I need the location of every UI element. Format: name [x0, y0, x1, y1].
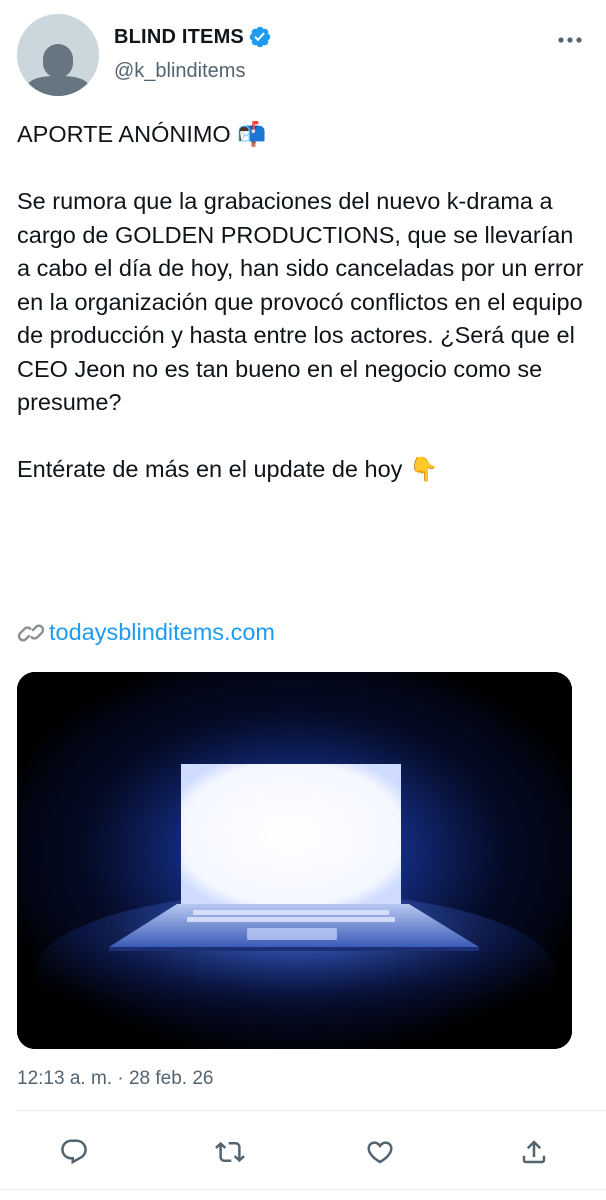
laptop-screen [181, 764, 401, 904]
share-button[interactable] [512, 1130, 556, 1174]
name-row: BLIND ITEMS [114, 24, 272, 50]
tweet-text: APORTE ANÓNIMO 📬 Se rumora que la grabac… [17, 118, 587, 487]
bottom-divider [0, 1189, 606, 1190]
author-handle[interactable]: @k_blinditems [114, 60, 245, 83]
tweet-actions-bar [0, 1130, 606, 1174]
like-button[interactable] [358, 1130, 402, 1174]
tweet-timestamp[interactable]: 12:13 a. m. · 28 feb. 26 [17, 1068, 213, 1090]
tweet-heading: APORTE ANÓNIMO 📬 [17, 121, 267, 147]
laptop-photo [17, 672, 572, 1049]
tweet-link-row: todaysblinditems.com [17, 616, 275, 649]
more-options-button[interactable] [552, 26, 588, 54]
external-link[interactable]: todaysblinditems.com [49, 616, 275, 649]
divider [17, 1110, 606, 1111]
reply-button[interactable] [52, 1130, 96, 1174]
tweet-cta: Entérate de más en el update de hoy 👇 [17, 456, 439, 482]
reply-icon [61, 1139, 87, 1165]
retweet-button[interactable] [208, 1130, 252, 1174]
default-avatar-icon [17, 14, 99, 96]
tweet-body: Se rumora que la grabaciones del nuevo k… [17, 188, 584, 415]
heart-icon [367, 1141, 393, 1164]
share-icon [522, 1140, 546, 1164]
display-name[interactable]: BLIND ITEMS [114, 26, 244, 49]
avatar[interactable] [17, 14, 99, 96]
tweet-media-image[interactable] [17, 672, 572, 1049]
link-icon [17, 619, 45, 647]
more-horizontal-icon [558, 37, 582, 43]
verified-badge-icon [248, 25, 272, 49]
tweet-header: BLIND ITEMS @k_blinditems [0, 0, 606, 110]
retweet-icon [215, 1141, 245, 1163]
